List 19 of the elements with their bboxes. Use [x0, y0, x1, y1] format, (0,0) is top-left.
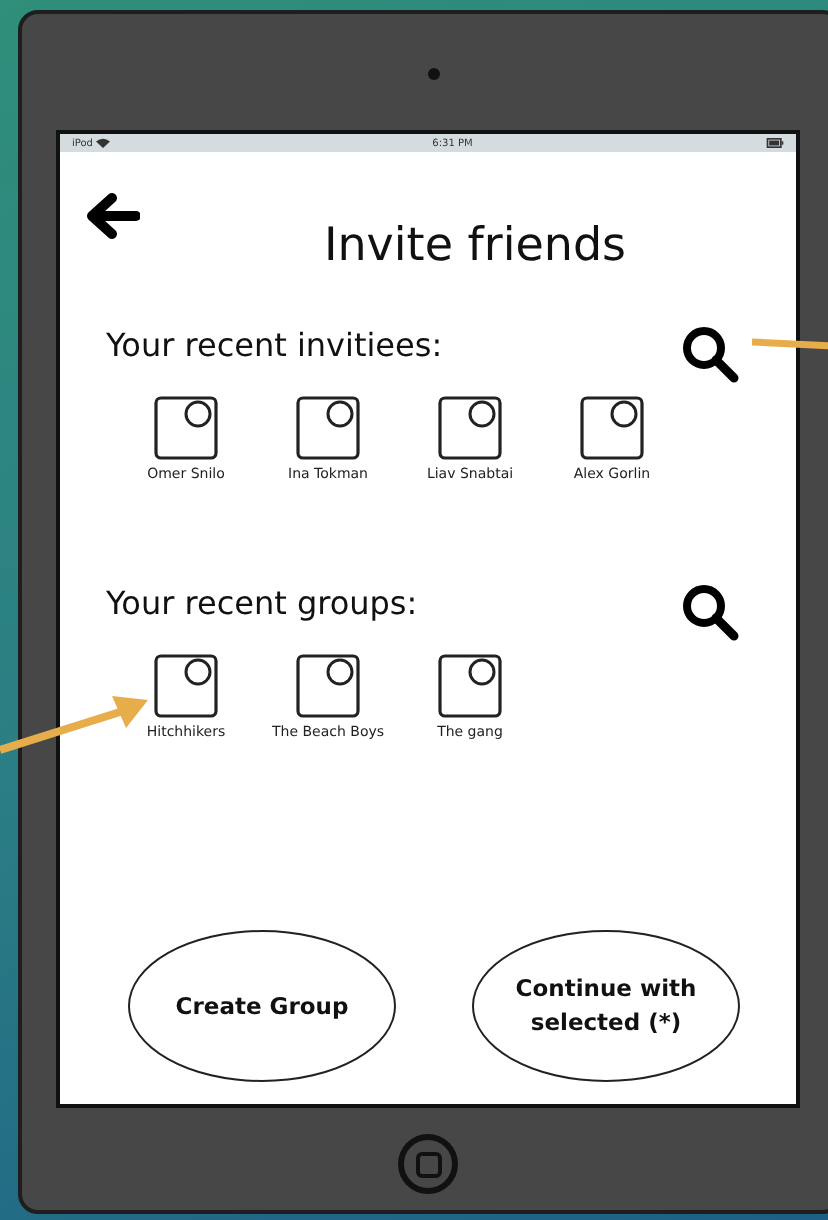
page-title: Invite friends	[323, 220, 627, 272]
avatar-icon[interactable]	[580, 396, 644, 460]
search-icon[interactable]	[680, 324, 740, 384]
battery-icon	[766, 138, 784, 148]
search-icon[interactable]	[680, 582, 740, 642]
oval-button[interactable]: Continue with selected (*)	[472, 930, 740, 1082]
oval-button[interactable]: Create Group	[128, 930, 396, 1082]
back-arrow-icon[interactable]	[84, 192, 140, 240]
avatar-icon[interactable]	[438, 654, 502, 718]
avatar-icon[interactable]	[296, 654, 360, 718]
annotation-line	[752, 336, 828, 352]
section-heading: Your recent invitiees:	[106, 325, 443, 363]
camera-dot	[428, 68, 440, 80]
avatar-icon[interactable]	[154, 396, 218, 460]
avatar-icon[interactable]	[438, 396, 502, 460]
wifi-icon	[96, 138, 111, 148]
avatar-icon[interactable]	[296, 396, 360, 460]
avatar-icon[interactable]	[154, 654, 218, 718]
section-heading: Your recent groups:	[106, 583, 418, 621]
